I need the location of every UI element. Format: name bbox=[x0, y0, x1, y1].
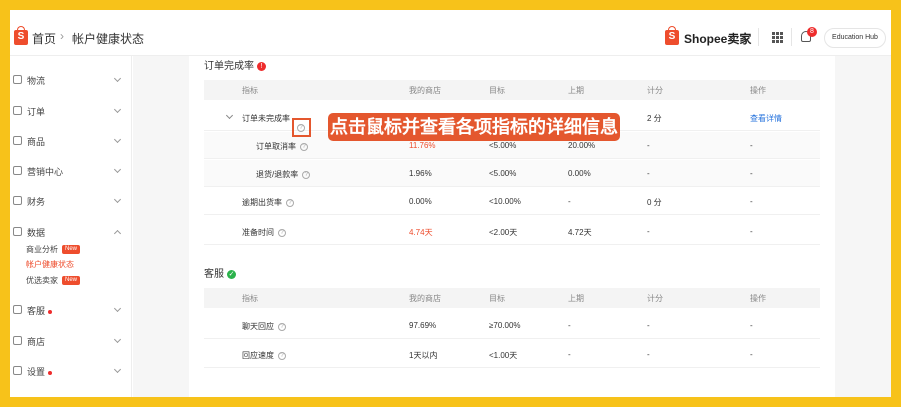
alert-dot bbox=[48, 370, 53, 375]
alert-dot bbox=[48, 309, 53, 314]
section-title-customer-service: 客服 ✓ bbox=[204, 269, 236, 280]
table-row: 退货/退款率? 1.96% <5.00% 0.00% - - bbox=[204, 160, 820, 187]
breadcrumb-home[interactable]: 首页 bbox=[32, 30, 56, 47]
help-icon[interactable]: ? bbox=[297, 124, 305, 132]
sidebar-item-products[interactable]: 商品 bbox=[10, 133, 132, 151]
help-icon[interactable]: ? bbox=[278, 351, 286, 360]
sidebar-item-settings[interactable]: 设置 bbox=[10, 363, 132, 381]
table-row: 准备时间? 4.74天 <2.00天 4.72天 - - bbox=[204, 218, 820, 245]
table-row: 逾期出货率? 0.00% <10.00% - 0 分 - bbox=[204, 188, 820, 215]
new-badge: New bbox=[62, 276, 81, 286]
help-icon[interactable]: ? bbox=[278, 322, 286, 331]
chevron-up-icon bbox=[113, 229, 122, 238]
sidebar-subitem-business-insights[interactable]: 商业分析 New bbox=[26, 244, 81, 255]
breadcrumb-separator: › bbox=[60, 29, 64, 43]
app-frame: S 首页 › 帐户健康状态 S Shopee卖家 8 Education Hub… bbox=[10, 10, 891, 397]
apps-grid-icon[interactable] bbox=[772, 32, 783, 43]
chevron-down-icon bbox=[113, 365, 122, 374]
seller-brand[interactable]: Shopee卖家 bbox=[684, 30, 751, 47]
top-header: S 首页 › 帐户健康状态 S Shopee卖家 8 Education Hub bbox=[10, 10, 891, 56]
sidebar-item-data[interactable]: 数据 bbox=[10, 224, 132, 242]
sidebar-item-shop[interactable]: 商店 bbox=[10, 333, 132, 351]
sidebar: 物流 订单 商品 营销中心 财务 数据 商业分析 New 帐户健康状态 优选卖家… bbox=[10, 56, 132, 397]
sidebar-subitem-preferred-seller[interactable]: 优选卖家 New bbox=[26, 275, 81, 286]
sidebar-item-logistics[interactable]: 物流 bbox=[10, 72, 132, 90]
view-details-link[interactable]: 查看详情 bbox=[750, 113, 782, 124]
sidebar-item-marketing[interactable]: 营销中心 bbox=[10, 163, 132, 181]
chevron-down-icon bbox=[113, 105, 122, 114]
chevron-down-icon bbox=[113, 74, 122, 83]
chevron-down-icon bbox=[113, 304, 122, 313]
help-icon[interactable]: ? bbox=[302, 170, 311, 179]
warning-icon: ! bbox=[257, 61, 266, 71]
chevron-down-icon bbox=[113, 165, 122, 174]
breadcrumb-current: 帐户健康状态 bbox=[72, 32, 145, 46]
education-hub-button[interactable]: Education Hub bbox=[824, 28, 886, 48]
table-row: 回应速度? 1天以内 <1.00天 - - - bbox=[204, 341, 820, 368]
chevron-down-icon bbox=[113, 335, 122, 344]
sidebar-item-customer-service[interactable]: 客服 bbox=[10, 302, 132, 320]
notification-badge: 8 bbox=[807, 27, 817, 37]
table-header: 指标 我的商店 目标 上期 计分 操作 bbox=[204, 80, 820, 100]
shopee-logo-icon[interactable]: S bbox=[14, 26, 28, 45]
order-icon bbox=[13, 106, 22, 115]
tag-icon bbox=[13, 166, 22, 175]
sidebar-item-orders[interactable]: 订单 bbox=[10, 103, 132, 121]
table-row: 聊天回应? 97.69% ≥70.00% - - - bbox=[204, 312, 820, 339]
chevron-down-icon bbox=[113, 135, 122, 144]
product-icon bbox=[13, 136, 22, 145]
help-icon[interactable]: ? bbox=[286, 198, 294, 207]
sidebar-subitem-account-health[interactable]: 帐户健康状态 bbox=[26, 259, 74, 270]
table-header: 指标 我的商店 目标 上期 计分 操作 bbox=[204, 288, 820, 308]
chart-icon bbox=[13, 227, 22, 236]
help-icon[interactable]: ? bbox=[278, 228, 286, 237]
tutorial-callout: 点击鼠标并查看各项指标的详细信息 bbox=[328, 113, 620, 141]
chat-icon bbox=[13, 305, 22, 314]
help-icon-highlight[interactable]: ? bbox=[292, 118, 311, 137]
gear-icon bbox=[13, 366, 22, 375]
help-icon[interactable]: ? bbox=[300, 142, 308, 151]
new-badge: New bbox=[62, 245, 81, 255]
truck-icon bbox=[13, 75, 22, 84]
shopee-seller-logo-icon[interactable]: S bbox=[665, 26, 679, 45]
section-title-order-completion: 订单完成率! bbox=[204, 57, 266, 72]
header-divider bbox=[791, 28, 792, 46]
shop-icon bbox=[13, 336, 22, 345]
wallet-icon bbox=[13, 196, 22, 205]
chevron-down-icon bbox=[113, 195, 122, 204]
sidebar-item-finance[interactable]: 财务 bbox=[10, 193, 132, 211]
header-divider bbox=[758, 28, 759, 46]
expand-chevron-icon[interactable] bbox=[225, 111, 234, 120]
check-circle-icon: ✓ bbox=[227, 269, 236, 279]
